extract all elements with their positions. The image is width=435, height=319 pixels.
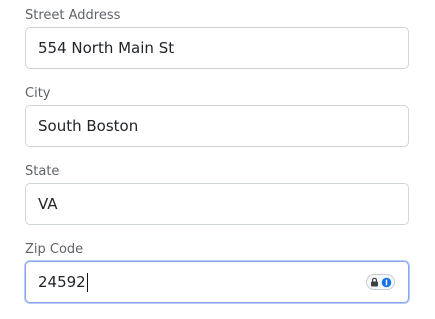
zip-code-value-wrapper: 24592 xyxy=(38,273,88,292)
street-address-input[interactable]: 554 North Main St xyxy=(25,27,409,69)
zip-code-input[interactable]: 24592 xyxy=(25,261,409,303)
city-label: City xyxy=(25,86,51,101)
city-input[interactable]: South Boston xyxy=(25,105,409,147)
lock-icon xyxy=(370,277,378,287)
info-circle-icon xyxy=(381,277,391,287)
text-caret xyxy=(86,273,88,292)
state-input[interactable]: VA xyxy=(25,183,409,225)
zip-code-label: Zip Code xyxy=(25,242,84,257)
state-label: State xyxy=(25,164,60,179)
street-address-label: Street Address xyxy=(25,8,121,23)
zip-code-value: 24592 xyxy=(38,273,86,291)
street-address-value: 554 North Main St xyxy=(38,39,175,57)
city-value: South Boston xyxy=(38,117,139,135)
password-manager-button[interactable] xyxy=(366,274,395,290)
state-value: VA xyxy=(38,195,58,213)
